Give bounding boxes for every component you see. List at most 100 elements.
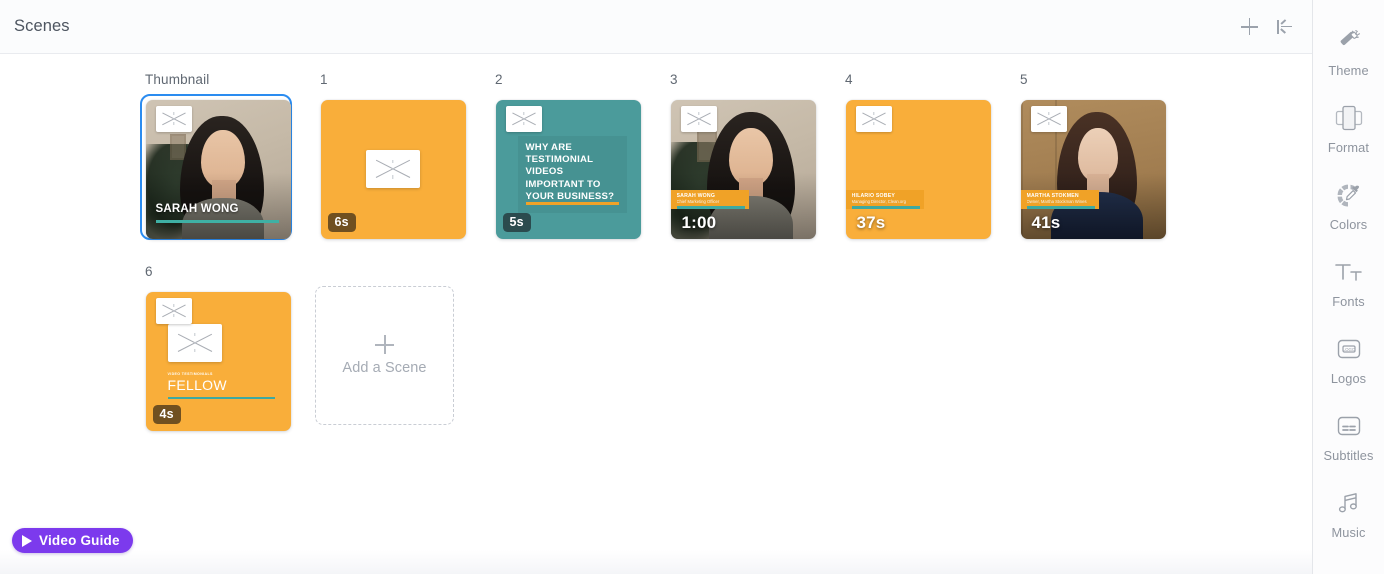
image-placeholder-icon — [861, 112, 886, 125]
scene-slot-2: 2 WHY ARE TESTIMONIAL VIDEOS IMPORTANT T… — [490, 72, 665, 240]
image-placeholder-icon — [161, 112, 186, 125]
magic-wand-icon — [1334, 26, 1364, 56]
scene-board: Thumbnail SARAH WONG 1 6s 2 WHY ARE TEST… — [0, 54, 1312, 574]
scene-lower-third-5: MARTHA STOKMEN Owner, Martha Stockman Wi… — [1020, 189, 1099, 209]
rail-item-subtitles[interactable]: Subtitles — [1313, 405, 1384, 482]
plus-icon — [1240, 18, 1258, 35]
thumbnail-lower-third: SARAH WONG — [155, 203, 279, 223]
plus-icon — [375, 335, 394, 354]
scene-preview-4[interactable]: HILARIO SOBEY Managing Director, Clean.o… — [845, 99, 991, 239]
video-guide-label: Video Guide — [39, 533, 120, 548]
add-scene-button[interactable]: Add a Scene — [315, 286, 454, 425]
scene-preview-2[interactable]: WHY ARE TESTIMONIAL VIDEOS IMPORTANT TO … — [495, 99, 641, 239]
scene-number-5: 5 — [1020, 72, 1028, 87]
scene-duration-4: 37s — [856, 212, 886, 232]
scene-number-6: 6 — [145, 264, 153, 279]
music-note-icon — [1334, 488, 1364, 518]
scene-slot-3: 3 SARAH WONG Chief Marketing Officer 1:0… — [665, 72, 840, 240]
thumbnail-card[interactable]: SARAH WONG — [140, 94, 292, 240]
scene-card-5[interactable]: MARTHA STOKMEN Owner, Martha Stockman Wi… — [1015, 94, 1167, 240]
thumbnail-preview[interactable]: SARAH WONG — [145, 99, 291, 239]
scene-number-2: 2 — [495, 72, 503, 87]
scene-preview-5[interactable]: MARTHA STOKMEN Owner, Martha Stockman Wi… — [1020, 99, 1166, 239]
scene-slot-6: 6 VIDEO TESTIMONIALS FELLOW 4s — [140, 264, 315, 432]
image-placeholder-icon — [1036, 112, 1061, 125]
rail-item-music[interactable]: Music — [1313, 482, 1384, 559]
rail-item-format[interactable]: Format — [1313, 97, 1384, 174]
rail-item-theme[interactable]: Theme — [1313, 20, 1384, 97]
rail-label-music: Music — [1331, 525, 1366, 540]
collapse-panel-icon — [1277, 19, 1293, 34]
scene-number-3: 3 — [670, 72, 678, 87]
add-scene-slot: Add a Scene — [315, 264, 490, 432]
page-title: Scenes — [14, 17, 70, 35]
image-placeholder-icon — [177, 333, 212, 352]
scene-logo-chip — [1030, 105, 1067, 132]
image-placeholder-icon — [161, 304, 186, 317]
play-icon — [22, 534, 32, 547]
scene-card-6[interactable]: VIDEO TESTIMONIALS FELLOW 4s — [140, 286, 292, 432]
scene-lower-third-3: SARAH WONG Chief Marketing Officer — [670, 189, 749, 209]
scene-duration-1: 6s — [327, 212, 356, 232]
rail-label-format: Format — [1327, 140, 1370, 155]
scene-accent-rule-4 — [851, 206, 920, 209]
scene-slot-5: 5 MARTHA STOKMEN Owner, Martha Stockman … — [1015, 72, 1190, 240]
scene-preview-3[interactable]: SARAH WONG Chief Marketing Officer 1:00 — [670, 99, 816, 239]
scene-card-1[interactable]: 6s — [315, 94, 467, 240]
scene-duration-3: 1:00 — [681, 212, 717, 232]
board-bottom-fade — [0, 550, 1312, 574]
scene-card-2[interactable]: WHY ARE TESTIMONIAL VIDEOS IMPORTANT TO … — [490, 94, 642, 240]
scene-endcard-6: VIDEO TESTIMONIALS FELLOW — [167, 323, 275, 399]
scene-card-3[interactable]: SARAH WONG Chief Marketing Officer 1:00 — [665, 94, 817, 240]
svg-text:LOGO: LOGO — [1342, 347, 1355, 352]
tool-rail: Theme Format Colors Fonts LOGO Logos Sub… — [1313, 0, 1384, 574]
scene-duration-2: 5s — [502, 212, 531, 232]
text-size-icon — [1334, 257, 1364, 287]
scene-accent-rule-3 — [676, 206, 745, 209]
add-scene-spacer — [320, 264, 490, 281]
scene-speaker-role-3: Chief Marketing Officer — [676, 198, 720, 204]
scene-preview-1[interactable]: 6s — [320, 99, 466, 239]
scene-speaker-role-4: Managing Director, Clean.org — [851, 198, 906, 204]
rail-item-fonts[interactable]: Fonts — [1313, 251, 1384, 328]
thumbnail-caption: Thumbnail — [145, 72, 210, 87]
image-placeholder-icon — [375, 159, 411, 179]
header-actions — [1238, 16, 1296, 38]
rail-item-colors[interactable]: Colors — [1313, 174, 1384, 251]
video-guide-button[interactable]: Video Guide — [12, 528, 133, 553]
scene-grid: Thumbnail SARAH WONG 1 6s 2 WHY ARE TEST… — [0, 72, 1312, 456]
scene-card-4[interactable]: HILARIO SOBEY Managing Director, Clean.o… — [840, 94, 992, 240]
image-placeholder-icon — [686, 112, 711, 125]
thumbnail-accent-rule — [155, 220, 279, 223]
scene-logo-chip — [155, 105, 192, 132]
scene-duration-6: 4s — [152, 404, 181, 424]
scene-title-text-2: WHY ARE TESTIMONIAL VIDEOS IMPORTANT TO … — [525, 141, 615, 203]
scenes-panel: Scenes Thumbnail SARAH WONG 1 6s 2 WHY A… — [0, 0, 1313, 574]
scene-logo-chip — [855, 105, 892, 132]
scene-logo-chip — [155, 297, 192, 324]
add-scene-header-button[interactable] — [1238, 16, 1260, 38]
thumbnail-name: SARAH WONG — [155, 203, 239, 215]
logo-placeholder — [167, 323, 222, 362]
scene-title-block-2: WHY ARE TESTIMONIAL VIDEOS IMPORTANT TO … — [517, 135, 627, 213]
rail-label-logos: Logos — [1330, 371, 1367, 386]
scene-logo-chip — [680, 105, 717, 132]
logo-box-icon: LOGO — [1334, 334, 1364, 364]
thumbnail-slot: Thumbnail SARAH WONG — [140, 72, 315, 240]
color-picker-icon — [1334, 180, 1364, 210]
rail-label-colors: Colors — [1329, 217, 1368, 232]
scene-speaker-role-5: Owner, Martha Stockman Wines — [1026, 198, 1087, 204]
scene-preview-6[interactable]: VIDEO TESTIMONIALS FELLOW 4s — [145, 291, 291, 431]
rail-label-subtitles: Subtitles — [1323, 448, 1374, 463]
scene-slot-4: 4 HILARIO SOBEY Managing Director, Clean… — [840, 72, 1015, 240]
rail-item-logos[interactable]: LOGO Logos — [1313, 328, 1384, 405]
add-scene-label: Add a Scene — [342, 360, 427, 376]
scene-logo-chip — [505, 105, 542, 132]
scene-accent-rule-6 — [167, 396, 275, 399]
layout-format-icon — [1334, 103, 1364, 133]
app-root: Scenes Thumbnail SARAH WONG 1 6s 2 WHY A… — [0, 0, 1384, 574]
subtitles-icon — [1334, 411, 1364, 441]
collapse-panel-button[interactable] — [1274, 16, 1296, 38]
scene-accent-rule-5 — [1026, 206, 1095, 209]
scene-accent-rule-2 — [525, 202, 619, 205]
